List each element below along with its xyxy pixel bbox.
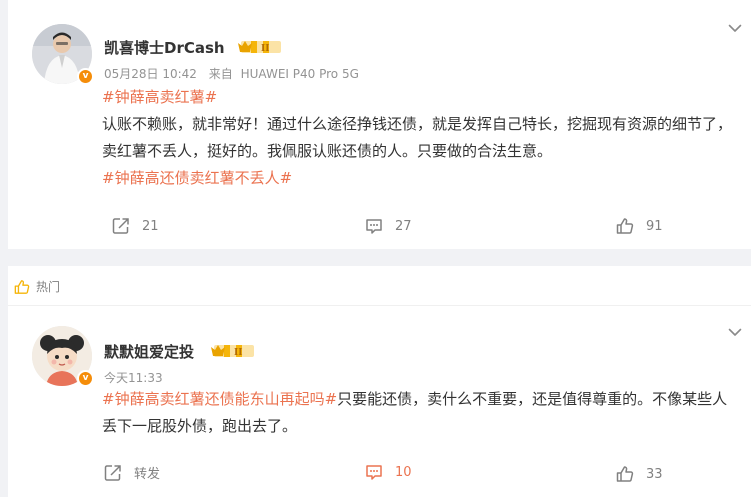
post-card: v 凯喜博士DrCash II 05月28日 10:42 来自 HUAWEI P… xyxy=(8,0,751,249)
hot-section-label: 热门 xyxy=(36,280,61,294)
post-body: 认账不赖账，就非常好！通过什么途径挣钱还债，就是发挥自己特长，挖掘现有资源的细节… xyxy=(102,115,733,160)
chevron-down-icon[interactable] xyxy=(728,24,742,33)
svg-text:II: II xyxy=(261,44,269,54)
comment-like-button[interactable]: 33 xyxy=(616,465,663,483)
topic-tag[interactable]: #钟薛高卖红薯# xyxy=(102,84,742,111)
repost-icon xyxy=(104,464,121,481)
footer-topic-tag[interactable]: #钟薛高还债卖红薯不丢人# xyxy=(102,165,742,192)
repost-icon xyxy=(112,218,129,234)
comment-repost-label: 转发 xyxy=(134,467,161,482)
comment-button[interactable]: 27 xyxy=(365,217,412,235)
repost-count: 21 xyxy=(142,218,159,234)
hot-section-header: 热门 xyxy=(14,278,60,295)
post-content: #钟薛高卖红薯# 认账不赖账，就非常好！通过什么途径挣钱还债，就是发挥自己特长，… xyxy=(102,84,742,192)
comment-icon xyxy=(366,465,382,480)
post-author-name[interactable]: 凯喜博士DrCash xyxy=(104,37,225,58)
level-badge: II xyxy=(238,41,281,54)
comment-content: #钟薛高卖红薯还债能东山再起吗#只要能还债，卖什么不重要，还是值得尊重的。不像某… xyxy=(102,386,742,440)
commenter-level-badge: II xyxy=(211,345,254,358)
like-icon xyxy=(616,218,634,234)
post-source-prefix: 来自 xyxy=(208,67,233,81)
commenter-name[interactable]: 默默姐爱定投 xyxy=(104,341,194,362)
comment-topic-tag[interactable]: #钟薛高卖红薯还债能东山再起吗# xyxy=(102,390,337,408)
like-button[interactable]: 91 xyxy=(616,217,663,235)
comment-chevron-down-icon[interactable] xyxy=(728,328,742,337)
svg-text:II: II xyxy=(234,348,242,358)
commenter-verified-badge: v xyxy=(77,370,94,387)
like-count: 91 xyxy=(646,218,663,234)
section-divider xyxy=(8,305,751,306)
comment-count: 27 xyxy=(395,218,412,234)
like-icon xyxy=(616,466,634,482)
comment-reply-count: 10 xyxy=(395,464,412,480)
comment-icon xyxy=(366,219,382,234)
repost-button[interactable]: 21 xyxy=(112,217,159,235)
comment-reply-button[interactable]: 10 xyxy=(365,463,412,481)
comment-repost-button[interactable]: 转发 xyxy=(104,463,160,482)
thumbs-up-outline-icon xyxy=(14,279,30,294)
verified-badge: v xyxy=(77,68,94,85)
post-source: HUAWEI P40 Pro 5G xyxy=(240,67,359,81)
comment-like-count: 33 xyxy=(646,466,663,482)
post-time[interactable]: 05月28日 10:42 xyxy=(104,67,197,81)
comment-time[interactable]: 今天11:33 xyxy=(104,369,163,386)
post-meta: 05月28日 10:42 来自 HUAWEI P40 Pro 5G xyxy=(104,65,359,82)
